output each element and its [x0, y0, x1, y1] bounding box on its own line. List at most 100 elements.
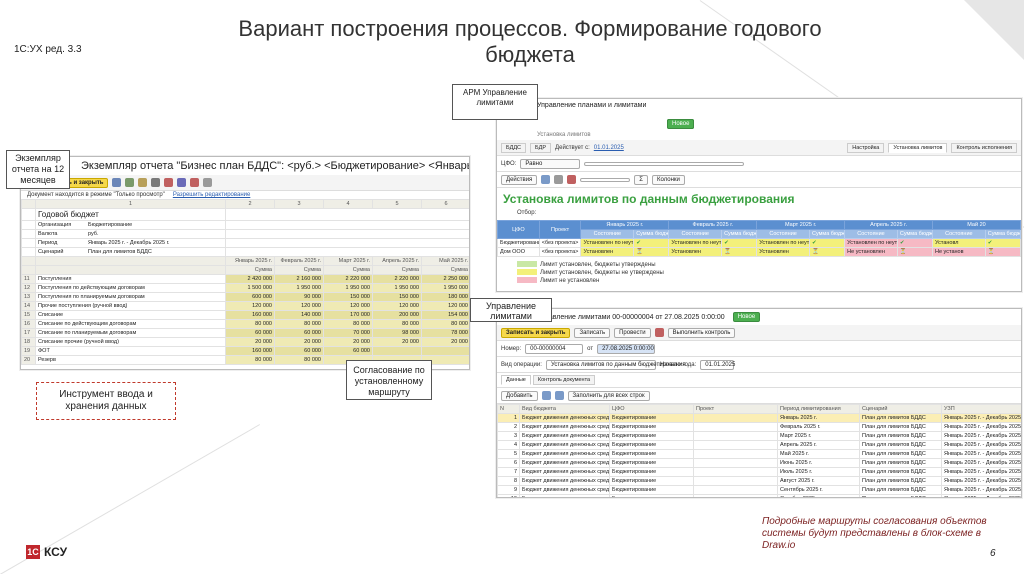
limits-table: ЦФО Проект Январь 2025 г. Февраль 2025 г. М…	[497, 220, 1021, 257]
down-icon[interactable]	[554, 391, 564, 400]
logo: 1С КСУ	[26, 545, 67, 559]
callout-arm: АРМ Управление лимитами	[452, 84, 538, 120]
doc-print-icon[interactable]	[654, 328, 664, 337]
doc-row[interactable]: 2 Бюджет движения денежных средств Бюджети…	[497, 422, 1021, 432]
doc-number-field[interactable]: 00-00000004	[525, 343, 584, 354]
limits-filter-row: ЦФО: Равно	[497, 156, 1021, 172]
report-row[interactable]: 18 Списание прочие (ручной ввод) 20 000 20 …	[21, 337, 469, 347]
limits-row[interactable]: Бюджетирование<без проекта> Установлен п…	[497, 238, 1021, 248]
limits-window: Управление планами и лимитами Новое Уста…	[496, 98, 1022, 292]
more-icon[interactable]	[203, 178, 213, 187]
tab-data[interactable]: Данные	[501, 375, 531, 385]
columns-button[interactable]: Колонки	[652, 174, 685, 185]
report-window-title: Экземпляр отчета "Бизнес план БДДС": <ру…	[81, 160, 469, 172]
actions-button[interactable]: Действия	[501, 174, 538, 185]
report-window: Экземпляр отчета "Бизнес план БДДС": <ру…	[20, 156, 470, 370]
tab-bdds[interactable]: БДДС	[501, 142, 527, 153]
fill-all-button[interactable]: Заполнить для всех строк	[567, 390, 650, 401]
save-icon[interactable]	[112, 178, 122, 187]
tab-doc-control[interactable]: Контроль документа	[532, 375, 596, 385]
slide: Вариант построения процессов. Формирован…	[0, 0, 1024, 574]
report-row[interactable]: 11 Поступления 2 420 000 2 160 000 2 220 000…	[21, 274, 469, 284]
tab-settings[interactable]: Настройка	[847, 142, 885, 153]
report-row[interactable]: 17 Списание по планируемым договорам 60 00…	[21, 328, 469, 338]
version-label: 1С:УХ ред. 3.3	[14, 44, 82, 55]
doc-title: Управление лимитами 00-00000004 от 27.08…	[537, 313, 725, 321]
callout-report-copy: Экземпляр отчета на 12 месяцев	[6, 150, 70, 189]
date-link[interactable]: 01.01.2025	[594, 145, 624, 151]
doc-toolbar: Записать и закрыть Записать Провести Вып…	[497, 325, 1021, 341]
doc-new-button[interactable]: Новое	[732, 312, 761, 322]
report-table: 123456 Годовой бюджет Организация Бюджети…	[21, 199, 469, 365]
doc-tabs: Данные Контроль документа	[497, 373, 1021, 388]
limits-row[interactable]: Дом ООО <без проекта> Установлен ⏳ Установ…	[497, 247, 1021, 257]
doc-row[interactable]: 1 Бюджет движения денежных средств Бюджети…	[497, 413, 1021, 423]
callout-limits-mgmt: Управление лимитами	[470, 298, 552, 322]
filter-label: Отбор:	[517, 210, 537, 216]
footer-note: Подробные маршруты согласования объектов…	[762, 516, 987, 551]
doc-op-select[interactable]: Установка лимитов по данным бюджетирован…	[545, 359, 686, 370]
limits-new-button[interactable]: Новое	[667, 119, 695, 129]
doc-save-close-button[interactable]: Записать и закрыть	[501, 327, 571, 338]
page-number: 6	[990, 548, 996, 559]
limits-toolbar: БДДС БДР Действует с: 01.01.2025 Настрой…	[497, 140, 1021, 156]
cfo-select[interactable]: Равно	[520, 158, 581, 169]
mode-text: Документ находится в режиме "Только прос…	[27, 192, 165, 198]
tab-control[interactable]: Контроль исполнения	[951, 142, 1017, 153]
doc-row[interactable]: 10Бюджет движения денежных средствБюджет…	[497, 494, 1021, 497]
refresh-icon[interactable]	[125, 178, 135, 187]
settings-icon[interactable]	[138, 178, 148, 187]
limits-heading: Установка лимитов по данным бюджетирован…	[503, 192, 795, 206]
doc-row[interactable]: 6 Бюджет движения денежных средств Бюджети…	[497, 458, 1021, 468]
doc-op-row: Вид операции: Установка лимитов по данны…	[497, 357, 1021, 373]
print-icon[interactable]	[151, 178, 161, 187]
calc-icon[interactable]	[177, 178, 187, 187]
limits-subtitle: Установка лимитов	[537, 132, 591, 138]
slide-title: Вариант построения процессов. Формирован…	[238, 16, 822, 67]
limits-title: Управление планами и лимитами	[537, 102, 647, 109]
attach-icon[interactable]	[190, 178, 200, 187]
report-row[interactable]: 19 ФОТ 160 000 60 000 60 000	[21, 346, 469, 356]
tab-set-limits[interactable]: Установка лимитов	[888, 142, 948, 153]
doc-window: Управление лимитами 00-00000004 от 27.08…	[496, 308, 1022, 498]
find-icon[interactable]	[541, 175, 551, 184]
search-input[interactable]	[580, 177, 631, 182]
doc-control-button[interactable]: Выполнить контроль	[667, 327, 736, 338]
export-icon[interactable]	[567, 175, 577, 184]
report-row[interactable]: 16 Списание по действующим договорам 80 00…	[21, 319, 469, 329]
logo-mark: 1С	[26, 545, 40, 559]
sum-button[interactable]: Σ	[634, 174, 649, 185]
doc-date-field[interactable]: 27.08.2025 0:00:00	[597, 343, 656, 354]
report-row[interactable]: 12 Поступления по действующим договорам 1 …	[21, 283, 469, 293]
doc-post-button[interactable]: Провести	[614, 327, 651, 338]
doc-row[interactable]: 3 Бюджет движения денежных средств Бюджети…	[497, 431, 1021, 441]
callout-approval: Согласование по установленному маршруту	[346, 360, 432, 400]
doc-row[interactable]: 8 Бюджет движения денежных средств Бюджети…	[497, 476, 1021, 486]
add-row-button[interactable]: Добавить	[501, 390, 538, 401]
report-toolbar: Записать и закрыть	[21, 175, 469, 191]
export-icon[interactable]	[164, 178, 174, 187]
cfo-value-input[interactable]	[584, 161, 745, 166]
logo-text: КСУ	[44, 545, 68, 559]
doc-row[interactable]: 7 Бюджет движения денежных средств Бюджети…	[497, 467, 1021, 477]
corner-decoration	[964, 0, 1024, 60]
limits-legend: Лимит установлен, бюджеты утверждены Лим…	[497, 257, 1021, 289]
report-row[interactable]: 15 Списание 160 000 140 000 170 000 200 000 15…	[21, 310, 469, 320]
allow-edit-link[interactable]: Разрешить редактирование	[173, 192, 251, 198]
doc-start-field[interactable]: 01.01.2025	[700, 359, 735, 370]
tab-bdr[interactable]: БДР	[530, 142, 552, 153]
copy-icon[interactable]	[554, 175, 564, 184]
report-row[interactable]: 14 Прочие поступления (ручной ввод) 120 00…	[21, 301, 469, 311]
limits-actions-row: Действия Σ Колонки	[497, 172, 1021, 188]
budget-name: Годовой бюджет	[35, 208, 226, 221]
doc-row[interactable]: 5 Бюджет движения денежных средств Бюджети…	[497, 449, 1021, 459]
doc-header-row: Номер: 00-00000004 от 27.08.2025 0:00:00	[497, 341, 1021, 357]
doc-row[interactable]: 9 Бюджет движения денежных средств Бюджети…	[497, 485, 1021, 495]
doc-table: N Вид бюджета ЦФО Проект Период лимитировани…	[497, 404, 1021, 497]
doc-save-button[interactable]: Записать	[574, 327, 611, 338]
up-icon[interactable]	[541, 391, 551, 400]
callout-input-tool: Инструмент ввода и хранения данных	[36, 382, 176, 420]
report-row[interactable]: 13 Поступления по планируемым договорам 60…	[21, 292, 469, 302]
doc-table-toolbar: Добавить Заполнить для всех строк	[497, 388, 1021, 404]
doc-row[interactable]: 4 Бюджет движения денежных средств Бюджети…	[497, 440, 1021, 450]
